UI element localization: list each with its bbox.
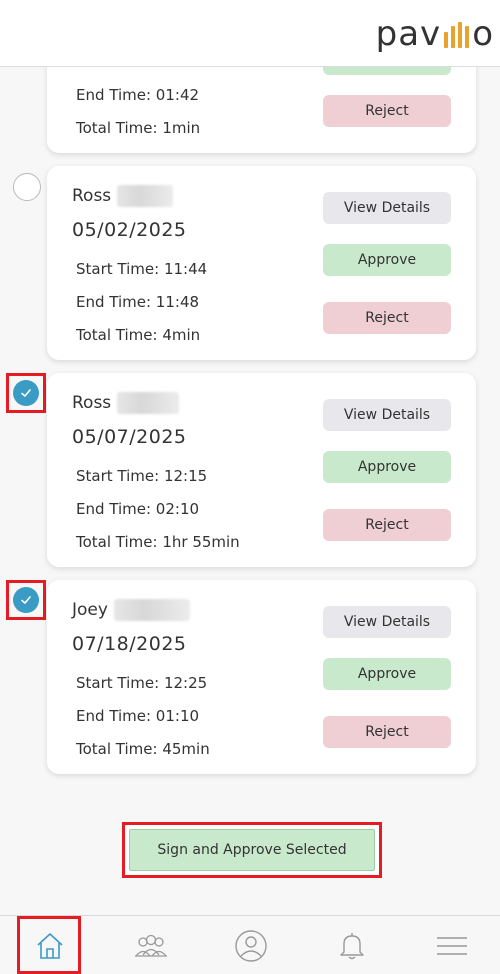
start-time: Start Time: 12:15 (76, 467, 208, 485)
selected-checkbox[interactable] (13, 587, 39, 613)
view-details-button[interactable]: View Details (323, 399, 451, 431)
select-radio[interactable] (13, 173, 41, 201)
checkmark-icon (21, 389, 31, 397)
employee-name: Joey (72, 600, 108, 620)
app-header: pav o (0, 0, 500, 67)
pavillio-logo: pav o (376, 14, 494, 54)
approve-button[interactable]: Approve (323, 658, 451, 690)
timesheet-card: Ross 05/02/2025 Start Time: 11:44 End Ti… (47, 166, 476, 360)
logo-bars (444, 22, 470, 48)
redacted-surname (117, 185, 174, 207)
sign-and-approve-button[interactable]: Sign and Approve Selected (129, 829, 375, 871)
team-icon (135, 934, 167, 957)
selected-checkbox[interactable] (13, 380, 39, 406)
view-details-button[interactable]: View Details (323, 192, 451, 224)
timesheet-card: Ross 05/07/2025 Start Time: 12:15 End Ti… (47, 373, 476, 567)
employee-name: Ross (72, 186, 112, 206)
bottom-nav (0, 915, 500, 974)
logo-text-left: pav (375, 14, 442, 54)
end-time: End Time: 01:42 (76, 86, 200, 104)
timesheet-list[interactable]: End Time: 01:42 Total Time: 1min Reject … (0, 67, 500, 915)
approve-button[interactable]: Approve (323, 451, 451, 483)
nav-home[interactable] (10, 916, 90, 974)
shift-date: 05/02/2025 (72, 219, 187, 241)
end-time: End Time: 11:48 (76, 293, 200, 311)
nav-notifications[interactable] (312, 916, 392, 974)
nav-team[interactable] (111, 916, 191, 974)
selection-highlight (6, 580, 46, 620)
total-time: Total Time: 45min (76, 740, 210, 758)
start-time: Start Time: 12:25 (76, 674, 208, 692)
approve-button-partial[interactable] (323, 67, 451, 75)
profile-icon (235, 929, 267, 962)
nav-menu[interactable] (412, 916, 492, 974)
nav-profile[interactable] (211, 916, 291, 974)
total-time: Total Time: 4min (76, 326, 201, 344)
home-icon (37, 932, 63, 959)
logo-text-right: o (472, 14, 494, 54)
redacted-surname (113, 599, 190, 621)
selection-highlight (6, 373, 46, 413)
view-details-button[interactable]: View Details (323, 606, 451, 638)
menu-icon (437, 936, 467, 955)
timesheet-card: End Time: 01:42 Total Time: 1min Reject (47, 67, 476, 153)
reject-button[interactable]: Reject (323, 95, 451, 127)
reject-button[interactable]: Reject (323, 716, 451, 748)
redacted-surname (117, 392, 180, 414)
total-time: Total Time: 1min (76, 119, 201, 137)
reject-button[interactable]: Reject (323, 509, 451, 541)
sign-approve-highlight: Sign and Approve Selected (122, 822, 382, 878)
checkmark-icon (21, 596, 31, 604)
bell-icon (340, 932, 364, 959)
shift-date: 07/18/2025 (72, 633, 187, 655)
approve-button[interactable]: Approve (323, 244, 451, 276)
start-time: Start Time: 11:44 (76, 260, 208, 278)
end-time: End Time: 01:10 (76, 707, 200, 725)
employee-name: Ross (72, 393, 112, 413)
shift-date: 05/07/2025 (72, 426, 187, 448)
reject-button[interactable]: Reject (323, 302, 451, 334)
timesheet-card: Joey 07/18/2025 Start Time: 12:25 End Ti… (47, 580, 476, 774)
end-time: End Time: 02:10 (76, 500, 200, 518)
total-time: Total Time: 1hr 55min (76, 533, 240, 551)
